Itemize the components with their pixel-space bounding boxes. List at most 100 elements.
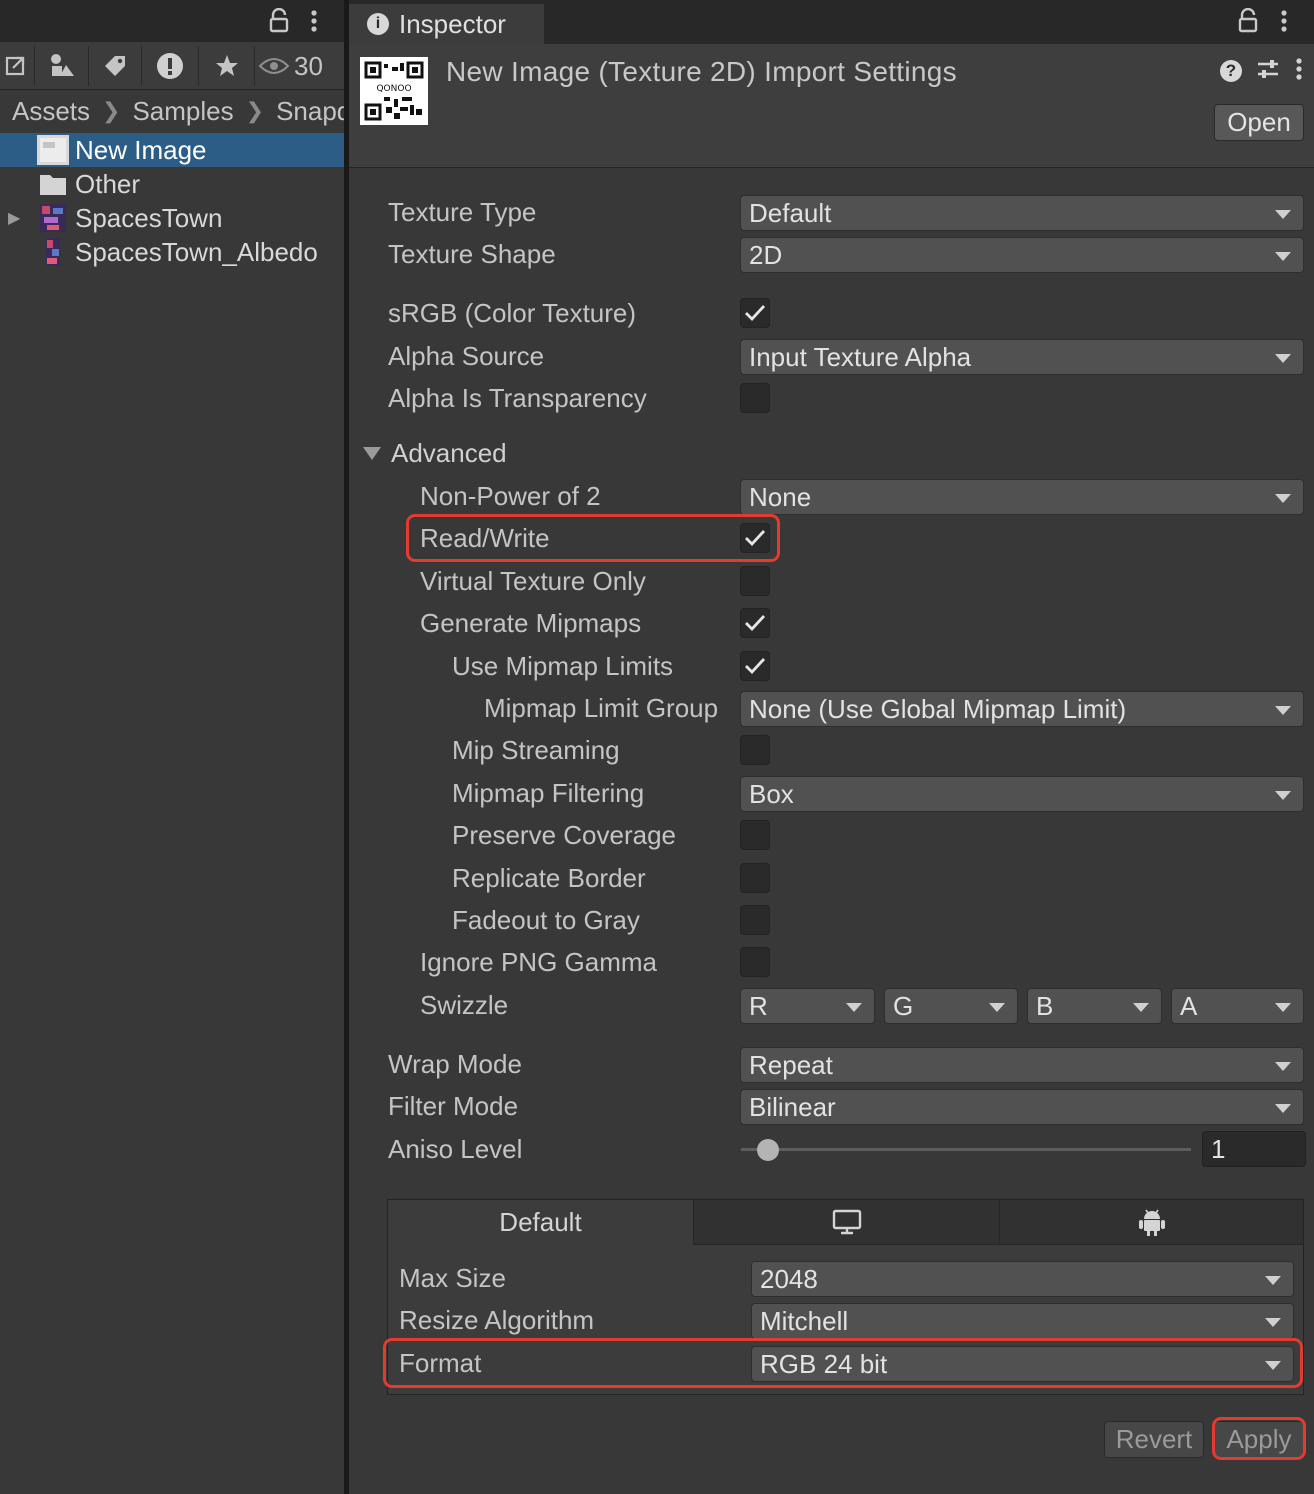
mipmap-filtering-dropdown[interactable]: Box — [740, 776, 1304, 812]
kebab-menu-icon[interactable] — [1279, 8, 1289, 41]
open-external-icon[interactable] — [0, 42, 34, 90]
tab-inspector[interactable]: i Inspector — [349, 4, 544, 44]
use-mipmap-limits-checkbox[interactable] — [740, 651, 770, 681]
asset-list: New Image Other ▶ SpacesTown SpacesTown_… — [0, 133, 344, 269]
breadcrumb-samples[interactable]: Samples — [132, 96, 233, 127]
resize-algorithm-label: Resize Algorithm — [399, 1305, 595, 1335]
texture-shape-dropdown[interactable]: 2D — [740, 237, 1304, 273]
list-item-spacestown-albedo[interactable]: SpacesTown_Albedo — [0, 235, 344, 269]
breadcrumb-assets[interactable]: Assets — [12, 96, 90, 127]
hidden-packages-toggle[interactable]: 30 — [258, 42, 342, 90]
texture-type-dropdown[interactable]: Default — [740, 195, 1304, 231]
checkmark-icon — [745, 658, 766, 675]
list-item-other[interactable]: Other — [0, 167, 344, 201]
alpha-source-dropdown[interactable]: Input Texture Alpha — [740, 339, 1304, 375]
virtual-texture-only-label: Virtual Texture Only — [420, 566, 646, 596]
favorites-star-icon[interactable] — [199, 42, 254, 90]
preset-sliders-icon[interactable] — [1256, 56, 1280, 82]
open-button[interactable]: Open — [1214, 104, 1304, 141]
read-write-label: Read/Write — [420, 523, 550, 553]
breadcrumb-snapd[interactable]: Snapd — [276, 96, 344, 127]
tab-label: Inspector — [399, 8, 506, 39]
preserve-coverage-label: Preserve Coverage — [452, 820, 676, 850]
alpha-is-transparency-checkbox[interactable] — [740, 383, 770, 413]
non-power-of-2-row: Non-Power of 2 None — [349, 476, 1314, 516]
swizzle-b-dropdown[interactable]: B — [1027, 988, 1162, 1024]
tab-default[interactable]: Default — [388, 1200, 694, 1245]
list-item-new-image[interactable]: New Image — [0, 133, 344, 167]
list-item-label: Other — [75, 168, 141, 199]
list-item-label: SpacesTown_Albedo — [75, 236, 318, 267]
warning-filter-icon[interactable] — [142, 42, 198, 90]
filter-mode-label: Filter Mode — [388, 1091, 519, 1121]
replicate-border-checkbox[interactable] — [740, 863, 770, 893]
non-power-of-2-label: Non-Power of 2 — [420, 481, 601, 511]
expand-arrow-icon[interactable]: ▶ — [8, 208, 20, 228]
asset-preview-qr-icon: QONOO — [360, 57, 428, 125]
resize-algorithm-row: Resize Algorithm Mitchell — [349, 1300, 1314, 1340]
srgb-row: sRGB (Color Texture) — [349, 293, 1314, 333]
filter-by-type-icon[interactable] — [35, 42, 88, 90]
tab-android[interactable] — [1000, 1200, 1303, 1245]
texture-thumbnail-icon — [37, 202, 69, 234]
tab-standalone[interactable] — [694, 1200, 1000, 1245]
qr-caption: QONOO — [376, 84, 411, 94]
aniso-level-field[interactable]: 1 — [1202, 1131, 1306, 1167]
virtual-texture-only-checkbox[interactable] — [740, 566, 770, 596]
ignore-png-gamma-label: Ignore PNG Gamma — [420, 947, 657, 977]
srgb-label: sRGB (Color Texture) — [388, 298, 637, 328]
wrap-mode-dropdown[interactable]: Repeat — [740, 1047, 1304, 1083]
ignore-png-gamma-row: Ignore PNG Gamma — [349, 942, 1314, 982]
max-size-dropdown[interactable]: 2048 — [751, 1261, 1294, 1297]
filter-mode-row: Filter Mode Bilinear — [349, 1086, 1314, 1126]
resize-algorithm-dropdown[interactable]: Mitchell — [751, 1303, 1294, 1339]
list-item-spacestown[interactable]: ▶ SpacesTown — [0, 201, 344, 235]
mip-streaming-label: Mip Streaming — [452, 735, 620, 765]
lock-icon[interactable] — [1237, 7, 1259, 41]
list-item-label: New Image — [75, 134, 207, 165]
swizzle-a-dropdown[interactable]: A — [1171, 988, 1304, 1024]
aniso-level-slider-handle[interactable] — [757, 1139, 779, 1161]
use-mipmap-limits-label: Use Mipmap Limits — [452, 651, 674, 681]
mipmap-filtering-label: Mipmap Filtering — [452, 778, 645, 808]
wrap-mode-label: Wrap Mode — [388, 1049, 522, 1079]
kebab-menu-icon[interactable] — [1294, 56, 1304, 82]
fadeout-to-gray-row: Fadeout to Gray — [349, 900, 1314, 940]
swizzle-r-dropdown[interactable]: R — [740, 988, 875, 1024]
texture-shape-label: Texture Shape — [388, 239, 556, 269]
hidden-count: 30 — [294, 50, 323, 81]
aniso-level-slider-track[interactable] — [741, 1148, 1191, 1151]
wrap-mode-row: Wrap Mode Repeat — [349, 1044, 1314, 1084]
swizzle-g-dropdown[interactable]: G — [884, 988, 1018, 1024]
alpha-is-transparency-label: Alpha Is Transparency — [388, 383, 647, 413]
inspector-header: QONOO New Image (Texture 2D) Import Sett… — [349, 44, 1314, 168]
non-power-of-2-dropdown[interactable]: None — [740, 479, 1304, 515]
generate-mipmaps-checkbox[interactable] — [740, 608, 770, 638]
kebab-menu-icon[interactable] — [309, 8, 319, 41]
mip-streaming-checkbox[interactable] — [740, 735, 770, 765]
srgb-checkbox[interactable] — [740, 298, 770, 328]
revert-button[interactable]: Revert — [1104, 1421, 1204, 1458]
chevron-right-icon: ❯ — [245, 98, 265, 123]
max-size-label: Max Size — [399, 1263, 506, 1293]
fadeout-to-gray-checkbox[interactable] — [740, 905, 770, 935]
read-write-row: Read/Write — [349, 518, 1314, 558]
mipmap-limit-group-dropdown[interactable]: None (Use Global Mipmap Limit) — [740, 691, 1304, 727]
filter-by-label-icon[interactable] — [89, 42, 141, 90]
list-item-label: SpacesTown — [75, 202, 223, 233]
format-dropdown[interactable]: RGB 24 bit — [751, 1346, 1294, 1382]
fadeout-to-gray-label: Fadeout to Gray — [452, 905, 640, 935]
max-size-row: Max Size 2048 — [349, 1258, 1314, 1298]
apply-button[interactable]: Apply — [1214, 1421, 1304, 1458]
help-icon[interactable]: ? — [1220, 60, 1242, 82]
info-icon: i — [367, 13, 389, 35]
filter-mode-dropdown[interactable]: Bilinear — [740, 1089, 1304, 1125]
preserve-coverage-checkbox[interactable] — [740, 820, 770, 850]
read-write-checkbox[interactable] — [740, 523, 770, 553]
virtual-texture-only-row: Virtual Texture Only — [349, 561, 1314, 601]
checkmark-icon — [745, 305, 766, 322]
android-icon — [1138, 1207, 1166, 1237]
advanced-foldout[interactable]: Advanced — [363, 438, 507, 469]
lock-icon[interactable] — [268, 7, 290, 41]
ignore-png-gamma-checkbox[interactable] — [740, 947, 770, 977]
